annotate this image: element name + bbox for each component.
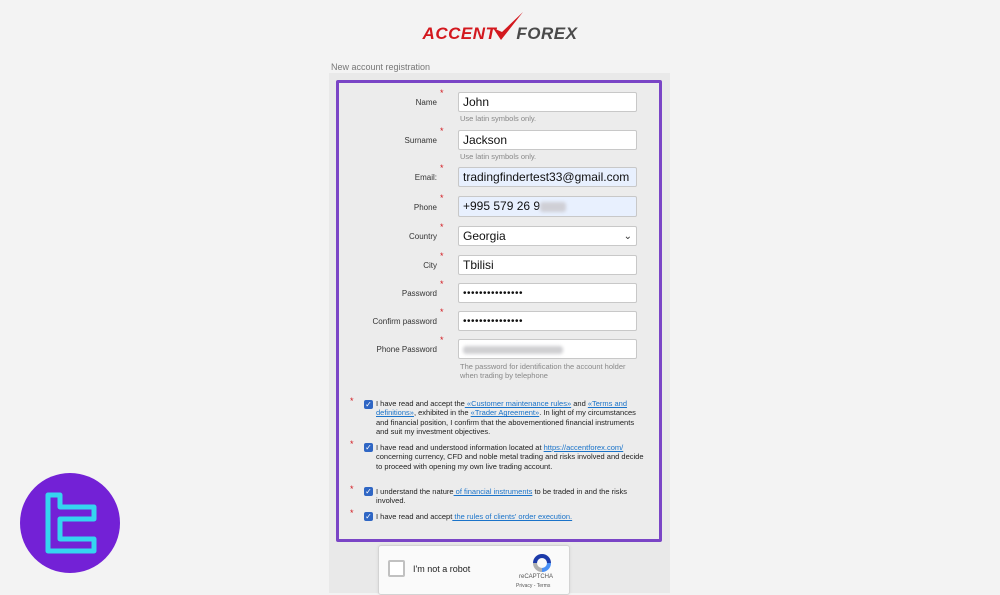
required-mark: * [440, 307, 444, 317]
section-title: New account registration [331, 62, 431, 72]
city-input[interactable]: Tbilisi [458, 255, 637, 275]
phone-password-input[interactable] [458, 339, 637, 359]
name-hint: Use latin symbols only. [460, 114, 537, 123]
tradingfinder-logo-icon [20, 473, 120, 573]
agreement-1-checkbox[interactable]: ✓ [364, 400, 373, 409]
country-label: Country [408, 232, 437, 241]
phone-value: +995 579 26 9 [463, 199, 541, 213]
required-mark: * [440, 126, 444, 136]
chevron-down-icon: ⌄ [623, 231, 632, 242]
surname-input[interactable]: Jackson [458, 130, 637, 150]
password-input[interactable]: ••••••••••••••• [458, 283, 637, 303]
agreement-1-mid: , exhibited in the [413, 408, 471, 418]
agreement-1-pre: I have read and accept the [376, 399, 465, 408]
agreement-3-checkbox[interactable]: ✓ [364, 487, 373, 496]
required-mark: * [350, 396, 354, 406]
required-mark: * [350, 508, 354, 518]
phone-password-hint: The password for identification the acco… [460, 362, 626, 380]
required-mark: * [350, 484, 354, 494]
agreement-2-pre: I have read and understood information l… [376, 443, 544, 452]
required-mark: * [440, 222, 444, 232]
agreement-2-text: I have read and understood information l… [376, 443, 646, 471]
recaptcha-label: I'm not a robot [413, 564, 471, 574]
recaptcha-icon [533, 554, 551, 572]
blurred-digits [540, 201, 567, 212]
required-mark: * [350, 439, 354, 449]
checkmark-icon [492, 12, 523, 40]
recaptcha-brand: reCAPTCHA [519, 574, 554, 580]
customer-maintenance-rules-link[interactable]: «Customer maintenance rules» [465, 399, 571, 408]
required-mark: * [440, 335, 444, 345]
logo-accent-text: ACCENT [422, 24, 497, 43]
recaptcha-widget: I'm not a robot reCAPTCHA Privacy - Term… [378, 545, 570, 595]
order-execution-rules-link[interactable]: the rules of clients' order execution. [452, 512, 572, 521]
agreement-4-pre: I have read and accept [376, 512, 453, 521]
required-mark: * [440, 251, 444, 261]
accentforex-link[interactable]: https://accentforex.com/ [544, 443, 624, 452]
trader-agreement-link[interactable]: «Trader Agreement» [471, 408, 540, 417]
agreement-1-and: and [571, 399, 588, 408]
surname-label: Surname [404, 136, 437, 145]
required-mark: * [440, 279, 444, 289]
country-value: Georgia [463, 229, 506, 243]
email-input[interactable]: tradingfindertest33@gmail.com [458, 167, 637, 187]
surname-hint: Use latin symbols only. [460, 152, 537, 161]
agreement-2-post: concerning currency, CFD and noble metal… [376, 452, 644, 471]
required-mark: * [440, 163, 444, 173]
phone-input[interactable]: +995 579 26 9 [458, 196, 637, 217]
agreement-3-text: I understand the nature of financial ins… [376, 487, 646, 506]
required-mark: * [440, 88, 444, 98]
financial-instruments-link[interactable]: of financial instruments [454, 487, 533, 496]
phone-password-label: Phone Password [376, 345, 437, 354]
agreement-4-text: I have read and accept the rules of clie… [376, 512, 646, 521]
brand-logo: ACCENT FOREX [0, 12, 1000, 54]
recaptcha-checkbox[interactable] [388, 560, 405, 577]
tradingfinder-glyph [45, 492, 97, 554]
agreement-1-text: I have read and accept the «Customer mai… [376, 399, 646, 436]
city-label: City [423, 261, 437, 270]
recaptcha-terms-link[interactable]: Privacy - Terms [516, 583, 550, 589]
agreement-3-pre: I understand the nature [376, 487, 454, 496]
name-input[interactable]: John [458, 92, 637, 112]
confirm-password-label: Confirm password [372, 317, 437, 326]
logo-forex-text: FOREX [516, 24, 578, 43]
phone-label: Phone [413, 203, 437, 212]
blurred-phone-password [463, 346, 563, 354]
name-label: Name [415, 98, 437, 107]
email-label: Email: [414, 173, 437, 182]
country-select[interactable]: Georgia ⌄ [458, 226, 637, 246]
confirm-password-input[interactable]: ••••••••••••••• [458, 311, 637, 331]
agreement-4-checkbox[interactable]: ✓ [364, 512, 373, 521]
required-mark: * [440, 193, 444, 203]
password-label: Password [401, 289, 437, 298]
agreement-2-checkbox[interactable]: ✓ [364, 443, 373, 452]
